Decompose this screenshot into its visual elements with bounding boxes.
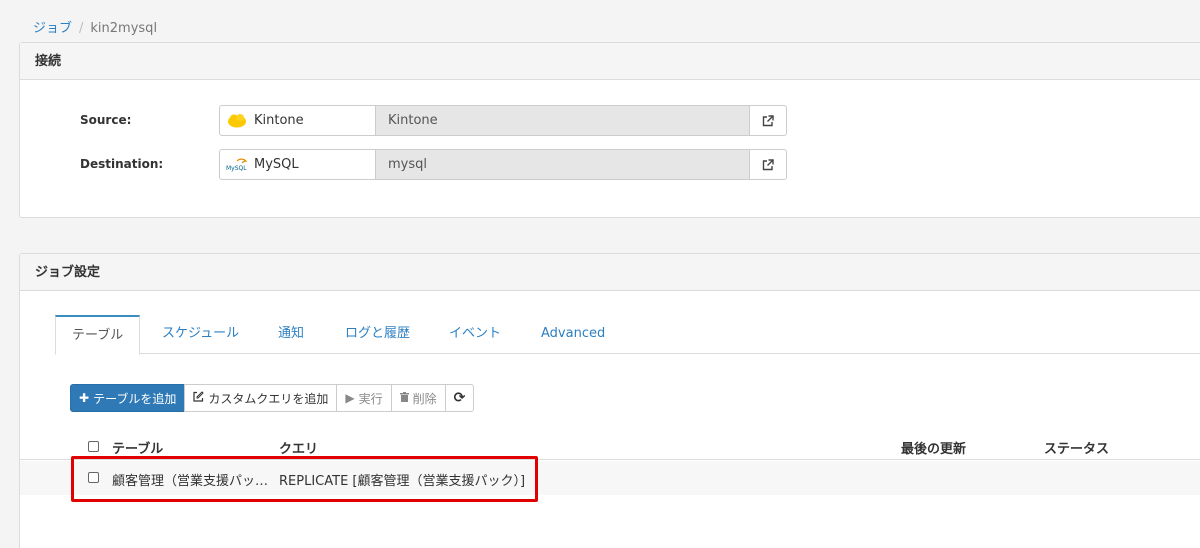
destination-open-button[interactable] (750, 150, 786, 179)
plus-icon: ✚ (79, 391, 90, 405)
connection-panel-title: 接続 (20, 43, 1200, 80)
trash-icon (399, 391, 409, 405)
destination-value: mysql (376, 150, 750, 179)
kintone-icon (226, 112, 248, 130)
column-last-updated: 最後の更新 (901, 442, 967, 457)
external-link-icon (762, 114, 774, 126)
table-grid-header: テーブル クエリ 最後の更新 ステータス (20, 432, 1200, 460)
source-input-group: Kintone Kintone (219, 105, 787, 136)
select-all-checkbox[interactable] (88, 441, 99, 452)
breadcrumb-jobs-link[interactable]: ジョブ (33, 21, 72, 36)
table-toolbar: ✚ テーブルを追加 カスタムクエリを追加 ▶ 実行 削除 ⟳ (70, 384, 475, 412)
table-row[interactable]: 顧客管理（営業支援パッ… REPLICATE [顧客管理（営業支援パック）] (20, 461, 1200, 495)
tab-logs-history[interactable]: ログと履歴 (329, 315, 426, 354)
run-button[interactable]: ▶ 実行 (336, 384, 392, 412)
tab-advanced[interactable]: Advanced (525, 315, 621, 354)
add-table-button[interactable]: ✚ テーブルを追加 (70, 384, 186, 412)
run-label: 実行 (358, 391, 383, 406)
breadcrumb-current: kin2mysql (90, 21, 158, 36)
destination-connector-name: MySQL (254, 157, 299, 172)
source-row: Source: Kintone Kintone (20, 105, 1200, 136)
refresh-icon: ⟳ (453, 390, 466, 406)
row-query: REPLICATE [顧客管理（営業支援パック）] (279, 474, 526, 489)
source-label: Source: (80, 113, 132, 127)
source-open-button[interactable] (750, 106, 786, 135)
destination-input-group: MySQL MySQL mysql (219, 149, 787, 180)
column-table: テーブル (112, 442, 164, 457)
source-connector-name: Kintone (254, 113, 304, 128)
destination-label: Destination: (80, 157, 164, 171)
row-checkbox[interactable] (88, 472, 99, 483)
job-settings-tabs: テーブル スケジュール 通知 ログと履歴 イベント Advanced (55, 315, 1200, 355)
delete-label: 削除 (412, 391, 437, 406)
tab-schedule[interactable]: スケジュール (146, 315, 255, 354)
destination-connector: MySQL MySQL (220, 150, 376, 179)
column-query: クエリ (279, 442, 319, 457)
job-settings-panel: ジョブ設定 テーブル スケジュール 通知 ログと履歴 イベント Advanced… (19, 253, 1200, 548)
job-settings-title: ジョブ設定 (20, 254, 1200, 291)
mysql-icon: MySQL (226, 156, 248, 174)
tab-notification[interactable]: 通知 (262, 315, 320, 354)
destination-row: Destination: MySQL MySQL mysql (20, 149, 1200, 180)
external-link-icon (762, 158, 774, 170)
svg-text:MySQL: MySQL (226, 165, 247, 172)
delete-button[interactable]: 削除 (390, 384, 446, 412)
breadcrumb-separator: / (79, 21, 84, 36)
add-custom-query-label: カスタムクエリを追加 (208, 391, 329, 406)
connection-panel: 接続 Source: Kintone Kintone Destination: … (19, 42, 1200, 218)
play-icon: ▶ (345, 391, 355, 405)
row-table-name: 顧客管理（営業支援パッ… (112, 474, 269, 489)
tab-events[interactable]: イベント (433, 315, 517, 354)
add-table-label: テーブルを追加 (93, 391, 177, 406)
edit-icon (193, 391, 205, 405)
refresh-button[interactable]: ⟳ (444, 384, 475, 412)
source-connector: Kintone (220, 106, 376, 135)
add-custom-query-button[interactable]: カスタムクエリを追加 (184, 384, 338, 412)
breadcrumb: ジョブ / kin2mysql (33, 17, 157, 36)
column-status: ステータス (1044, 442, 1110, 457)
source-value: Kintone (376, 106, 750, 135)
tab-table[interactable]: テーブル (55, 315, 141, 355)
